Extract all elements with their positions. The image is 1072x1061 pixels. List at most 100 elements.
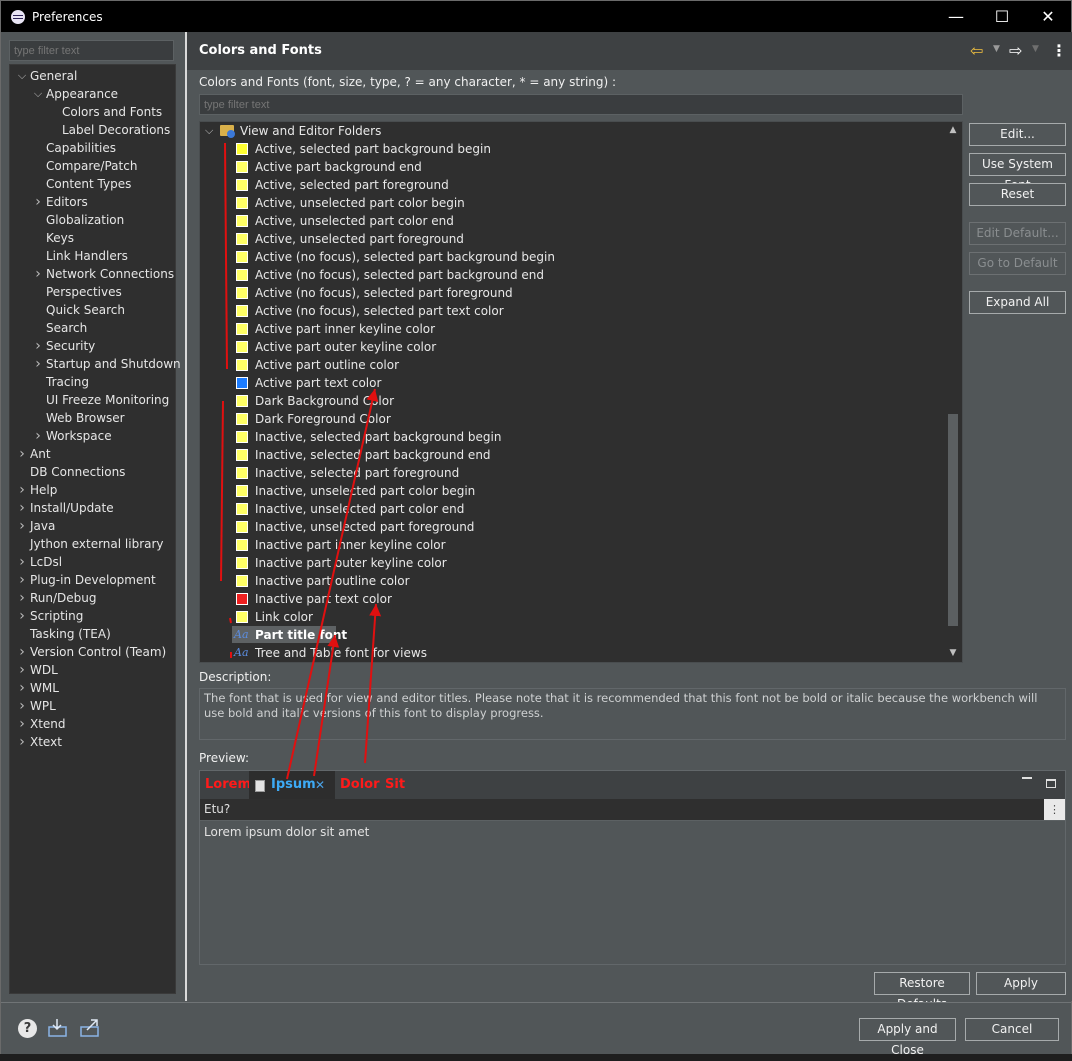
maximize-view-icon[interactable] — [1046, 779, 1056, 788]
reset-button[interactable]: Reset — [969, 183, 1066, 206]
color-item[interactable]: Active (no focus), selected part backgro… — [200, 248, 944, 266]
color-item[interactable]: Active part outer keyline color — [200, 338, 944, 356]
chevron-right-icon[interactable]: › — [32, 355, 44, 373]
chevron-right-icon[interactable]: › — [16, 733, 28, 751]
color-item[interactable]: Inactive, unselected part foreground — [200, 518, 944, 536]
edit-default-button[interactable]: Edit Default... — [969, 222, 1066, 245]
tree-item-network-connections[interactable]: › Network Connections — [10, 265, 175, 283]
font-item[interactable]: Aa Tree and Table font for views — [200, 644, 944, 662]
forward-dropdown-icon[interactable]: ▼ — [1032, 44, 1039, 54]
tree-item-lcdsl[interactable]: › LcDsl — [10, 553, 175, 571]
scroll-up-icon[interactable]: ▲ — [944, 122, 962, 138]
preview-tab-dolor[interactable]: Dolor — [340, 771, 380, 799]
tree-item-link-handlers[interactable]: Link Handlers — [10, 247, 175, 265]
preview-tab-sit[interactable]: Sit — [385, 771, 405, 799]
colors-filter-input[interactable] — [199, 94, 963, 115]
preview-tab-lorem[interactable]: Lorem — [205, 771, 251, 799]
more-options-icon[interactable]: ⋮ — [1044, 799, 1065, 820]
tree-item-search[interactable]: Search — [10, 319, 175, 337]
minimize-view-icon[interactable] — [1022, 777, 1032, 779]
chevron-right-icon[interactable]: › — [16, 517, 28, 535]
tree-item-plug-in-development[interactable]: › Plug-in Development — [10, 571, 175, 589]
chevron-right-icon[interactable]: › — [16, 715, 28, 733]
help-icon[interactable]: ? — [18, 1019, 37, 1038]
chevron-right-icon[interactable]: › — [32, 265, 44, 283]
color-item[interactable]: Dark Foreground Color — [200, 410, 944, 428]
tree-item-tasking-tea[interactable]: Tasking (TEA) — [10, 625, 175, 643]
color-item[interactable]: Inactive part text color — [200, 590, 944, 608]
chevron-down-icon[interactable]: ⌵ — [32, 85, 44, 103]
tab-close-icon[interactable]: ✕ — [315, 771, 325, 799]
tree-item-security[interactable]: › Security — [10, 337, 175, 355]
back-dropdown-icon[interactable]: ▼ — [993, 44, 1000, 54]
tree-item-ui-freeze-monitoring[interactable]: UI Freeze Monitoring — [10, 391, 175, 409]
chevron-right-icon[interactable]: › — [16, 553, 28, 571]
restore-defaults-button[interactable]: Restore Defaults — [874, 972, 970, 1011]
color-item[interactable]: Active, selected part background begin — [200, 140, 944, 158]
chevron-right-icon[interactable]: › — [16, 481, 28, 499]
chevron-right-icon[interactable]: › — [16, 607, 28, 625]
tree-item-wdl[interactable]: › WDL — [10, 661, 175, 679]
tree-item-perspectives[interactable]: Perspectives — [10, 283, 175, 301]
color-item[interactable]: Active part outline color — [200, 356, 944, 374]
scroll-down-icon[interactable]: ▼ — [944, 645, 962, 661]
tree-item-java[interactable]: › Java — [10, 517, 175, 535]
color-item[interactable]: Inactive, selected part foreground — [200, 464, 944, 482]
tree-scrollbar[interactable]: ▲ ▼ — [944, 122, 962, 662]
tree-item-db-connections[interactable]: DB Connections — [10, 463, 175, 481]
chevron-right-icon[interactable]: › — [16, 643, 28, 661]
left-filter-input[interactable] — [9, 40, 174, 61]
color-item[interactable]: Active (no focus), selected part foregro… — [200, 284, 944, 302]
chevron-down-icon[interactable]: ⌵ — [205, 122, 213, 140]
color-item[interactable]: Active, selected part foreground — [200, 176, 944, 194]
color-item[interactable]: Active, unselected part color begin — [200, 194, 944, 212]
chevron-right-icon[interactable]: › — [16, 589, 28, 607]
tree-item-appearance[interactable]: ⌵ Appearance — [10, 85, 175, 103]
color-item[interactable]: Inactive, unselected part color end — [200, 500, 944, 518]
chevron-right-icon[interactable]: › — [16, 661, 28, 679]
tree-item-xtext[interactable]: › Xtext — [10, 733, 175, 751]
tree-item-jython-external-library[interactable]: Jython external library — [10, 535, 175, 553]
tree-item-help[interactable]: › Help — [10, 481, 175, 499]
close-window-button[interactable]: ✕ — [1025, 1, 1071, 32]
forward-arrow-icon[interactable]: ⇨ — [1009, 41, 1022, 60]
minimize-button[interactable]: — — [933, 1, 979, 32]
color-item[interactable]: Inactive, selected part background begin — [200, 428, 944, 446]
color-item[interactable]: Inactive part outer keyline color — [200, 554, 944, 572]
tree-item-colors-and-fonts[interactable]: Colors and Fonts — [10, 103, 175, 121]
color-item[interactable]: Active (no focus), selected part backgro… — [200, 266, 944, 284]
import-preferences-icon[interactable] — [47, 1018, 69, 1038]
cancel-button[interactable]: Cancel — [965, 1018, 1059, 1041]
tree-item-ant[interactable]: › Ant — [10, 445, 175, 463]
tree-item-wml[interactable]: › WML — [10, 679, 175, 697]
tree-item-compare-patch[interactable]: Compare/Patch — [10, 157, 175, 175]
color-item[interactable]: Active (no focus), selected part text co… — [200, 302, 944, 320]
tree-item-general[interactable]: ⌵ General — [10, 67, 175, 85]
tree-item-workspace[interactable]: › Workspace — [10, 427, 175, 445]
tree-item-keys[interactable]: Keys — [10, 229, 175, 247]
chevron-right-icon[interactable]: › — [16, 679, 28, 697]
tree-item-content-types[interactable]: Content Types — [10, 175, 175, 193]
view-menu-icon[interactable]: ⋮ — [1051, 41, 1067, 60]
tree-item-xtend[interactable]: › Xtend — [10, 715, 175, 733]
maximize-button[interactable]: ☐ — [979, 1, 1025, 32]
color-item[interactable]: Inactive part outline color — [200, 572, 944, 590]
use-system-font-button[interactable]: Use System Font — [969, 153, 1066, 192]
color-item[interactable]: Inactive, unselected part color begin — [200, 482, 944, 500]
export-preferences-icon[interactable] — [79, 1018, 101, 1038]
font-item[interactable]: Aa Part title font — [200, 626, 944, 644]
chevron-right-icon[interactable]: › — [16, 445, 28, 463]
chevron-right-icon[interactable]: › — [32, 427, 44, 445]
chevron-right-icon[interactable]: › — [32, 193, 44, 211]
color-item[interactable]: Inactive, selected part background end — [200, 446, 944, 464]
tree-item-editors[interactable]: › Editors — [10, 193, 175, 211]
apply-button[interactable]: Apply — [976, 972, 1066, 995]
expand-all-button[interactable]: Expand All — [969, 291, 1066, 314]
chevron-down-icon[interactable]: ⌵ — [16, 67, 28, 85]
chevron-right-icon[interactable]: › — [16, 571, 28, 589]
tree-root-row[interactable]: ⌵ View and Editor Folders — [200, 122, 944, 140]
preview-tab-ipsum[interactable]: Ipsum ✕ — [249, 771, 335, 799]
chevron-right-icon[interactable]: › — [16, 697, 28, 715]
go-to-default-button[interactable]: Go to Default — [969, 252, 1066, 275]
scroll-thumb[interactable] — [948, 414, 958, 626]
